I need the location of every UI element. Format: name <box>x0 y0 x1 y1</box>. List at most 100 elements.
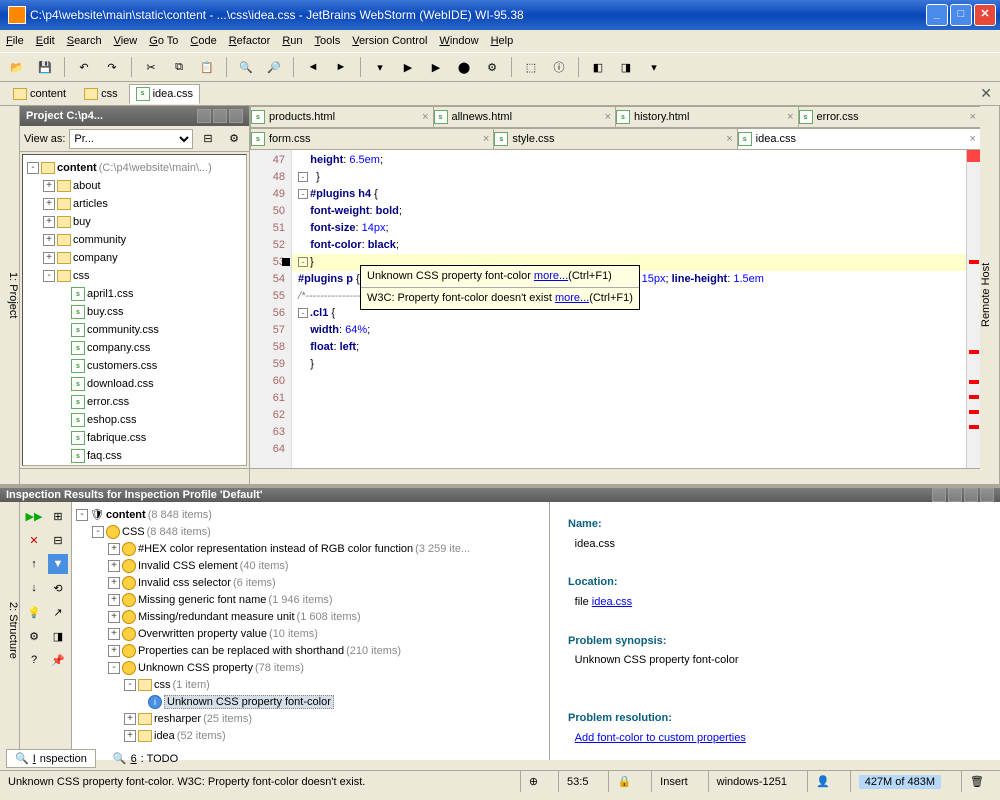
menu-help[interactable]: Help <box>491 35 514 47</box>
menu-code[interactable]: Code <box>190 35 216 47</box>
undo-icon[interactable]: ↶ <box>73 56 95 78</box>
tab-form.css[interactable]: s form.css × <box>250 128 494 149</box>
code-editor[interactable]: height: 6.5em;- }-#plugins h4 { font-wei… <box>292 150 966 468</box>
status-bar: Unknown CSS property font-color. W3C: Pr… <box>0 770 1000 792</box>
settings2-icon[interactable]: ⚙ <box>24 626 44 646</box>
paste-icon[interactable]: 📋 <box>196 56 218 78</box>
breadcrumb-css[interactable]: css <box>77 85 125 103</box>
menu-tools[interactable]: Tools <box>315 35 341 47</box>
window-title: C:\p4\website\main\static\content - ...\… <box>30 8 926 22</box>
config-icon[interactable]: ⚙ <box>481 56 503 78</box>
breadcrumb-idea.css[interactable]: s idea.css <box>129 84 200 104</box>
menu-run[interactable]: Run <box>282 35 302 47</box>
main-toolbar: 📂 💾 ↶ ↷ ✂ ⧉ 📋 🔍 🔎 ◄ ► ▾ ▶ ▶ ⬤ ⚙ ⬚ ⓘ ◧ ◨ … <box>0 52 1000 82</box>
project-panel-title: Project C:\p4... <box>26 110 103 122</box>
tab-products.html[interactable]: s products.html × <box>250 106 434 127</box>
help2-icon[interactable]: ? <box>24 650 44 670</box>
build-icon[interactable]: ▾ <box>369 56 391 78</box>
menu-edit[interactable]: Edit <box>36 35 55 47</box>
panel-minimize-icon[interactable] <box>197 109 211 123</box>
bottomtab-6: TODO[interactable]: 🔍 6: TODO <box>104 749 187 768</box>
menu-search[interactable]: Search <box>67 35 102 47</box>
misc1-icon[interactable]: ◧ <box>587 56 609 78</box>
breadcrumb-bar: content csss idea.css ✕ <box>0 82 1000 106</box>
menu-refactor[interactable]: Refactor <box>229 35 271 47</box>
tab-allnews.html[interactable]: s allnews.html × <box>433 106 617 127</box>
status-caret-pos: 53:5 <box>558 771 596 792</box>
sidetab-remote[interactable]: Remote Host <box>980 106 1000 484</box>
menu-window[interactable]: Window <box>439 35 478 47</box>
run-icon[interactable]: ▶ <box>397 56 419 78</box>
status-memory[interactable]: 427M of 483M <box>859 775 941 789</box>
settings-icon[interactable]: ⚙ <box>223 128 245 150</box>
tab-style.css[interactable]: s style.css × <box>493 128 737 149</box>
forward-icon[interactable]: ► <box>330 56 352 78</box>
menu-go-to[interactable]: Go To <box>149 35 178 47</box>
detail-resolution-label: Problem resolution: <box>568 712 672 724</box>
diff-icon[interactable]: ◨ <box>48 626 68 646</box>
sidetab-project[interactable]: 1: Project <box>0 106 20 484</box>
replace-icon[interactable]: 🔎 <box>263 56 285 78</box>
panel-float-icon[interactable] <box>213 109 227 123</box>
dropdown-icon[interactable]: ▾ <box>643 56 665 78</box>
find-icon[interactable]: 🔍 <box>235 56 257 78</box>
cut-icon[interactable]: ✂ <box>140 56 162 78</box>
help-icon[interactable]: ⓘ <box>548 56 570 78</box>
bottomtab-Inspection[interactable]: 🔍 Inspection <box>6 749 96 768</box>
redo-icon[interactable]: ↷ <box>101 56 123 78</box>
bulb-icon[interactable]: 💡 <box>24 602 44 622</box>
status-trash-icon[interactable]: 🗑 <box>961 771 992 792</box>
collapse-all-icon[interactable]: ⊟ <box>48 530 68 550</box>
back-icon[interactable]: ◄ <box>302 56 324 78</box>
project-tree[interactable]: - content (C:\p4\website\main\...)+ abou… <box>22 154 247 466</box>
rerun-icon[interactable]: ▶▶ <box>24 506 44 526</box>
inspection-tree[interactable]: -🛡 content (8 848 items)- CSS (8 848 ite… <box>72 502 550 760</box>
breadcrumb-content[interactable]: content <box>6 85 73 103</box>
remove-icon[interactable]: ✕ <box>24 530 44 550</box>
ins-float-icon[interactable] <box>948 488 962 502</box>
debug-icon[interactable]: ▶ <box>425 56 447 78</box>
status-readonly-icon[interactable]: 🔒 <box>608 771 639 792</box>
ins-pin-icon[interactable] <box>964 488 978 502</box>
collapse-icon[interactable]: ⊟ <box>197 128 219 150</box>
menu-file[interactable]: File <box>6 35 24 47</box>
minimize-button[interactable]: _ <box>926 4 948 26</box>
inspection-toolbar: ▶▶ ⊞ ✕ ⊟ ↑ ▼ ↓ ⟲ 💡 ↗ ⚙ ◨ ? 📌 <box>20 502 72 760</box>
status-inspector-icon[interactable]: 👤 <box>807 771 838 792</box>
save-icon[interactable]: 💾 <box>34 56 56 78</box>
autoscroll-icon[interactable]: ⟲ <box>48 578 68 598</box>
title-bar: C:\p4\website\main\static\content - ...\… <box>0 0 1000 30</box>
close-button[interactable]: ✕ <box>974 4 996 26</box>
ins-close-icon[interactable] <box>980 488 994 502</box>
maximize-button[interactable]: □ <box>950 4 972 26</box>
detail-loc-link[interactable]: idea.css <box>592 596 632 608</box>
pin-icon[interactable]: 📌 <box>48 650 68 670</box>
misc2-icon[interactable]: ◨ <box>615 56 637 78</box>
detail-resolution-link[interactable]: Add font-color to custom properties <box>575 732 746 744</box>
tab-history.html[interactable]: s history.html × <box>615 106 799 127</box>
line-gutter: 474849505152535455565758596061626364 <box>250 150 292 468</box>
nav-down-icon[interactable]: ↓ <box>24 578 44 598</box>
open-icon[interactable]: 📂 <box>6 56 28 78</box>
nav-up-icon[interactable]: ↑ <box>24 554 44 574</box>
copy-icon[interactable]: ⧉ <box>168 56 190 78</box>
view-as-select[interactable]: Pr... <box>69 129 193 149</box>
stop-icon[interactable]: ⬤ <box>453 56 475 78</box>
menu-version-control[interactable]: Version Control <box>352 35 427 47</box>
tab-error.css[interactable]: s error.css × <box>798 106 982 127</box>
tab-idea.css[interactable]: s idea.css × <box>737 128 981 149</box>
error-stripe[interactable] <box>966 150 980 468</box>
panel-close-icon[interactable] <box>229 109 243 123</box>
status-lock-icon[interactable]: ⊕ <box>520 771 546 792</box>
expand-icon[interactable]: ⊞ <box>48 506 68 526</box>
app-logo-icon <box>8 6 26 24</box>
ins-min-icon[interactable] <box>932 488 946 502</box>
vcs-icon[interactable]: ⬚ <box>520 56 542 78</box>
export-icon[interactable]: ↗ <box>48 602 68 622</box>
breadcrumb-close-icon[interactable]: ✕ <box>980 85 992 102</box>
menu-view[interactable]: View <box>114 35 138 47</box>
detail-synopsis-label: Problem synopsis: <box>568 635 666 647</box>
sidetab-structure[interactable]: 2: Structure <box>0 502 20 760</box>
status-encoding[interactable]: windows-1251 <box>708 771 795 792</box>
filter-icon[interactable]: ▼ <box>48 554 68 574</box>
